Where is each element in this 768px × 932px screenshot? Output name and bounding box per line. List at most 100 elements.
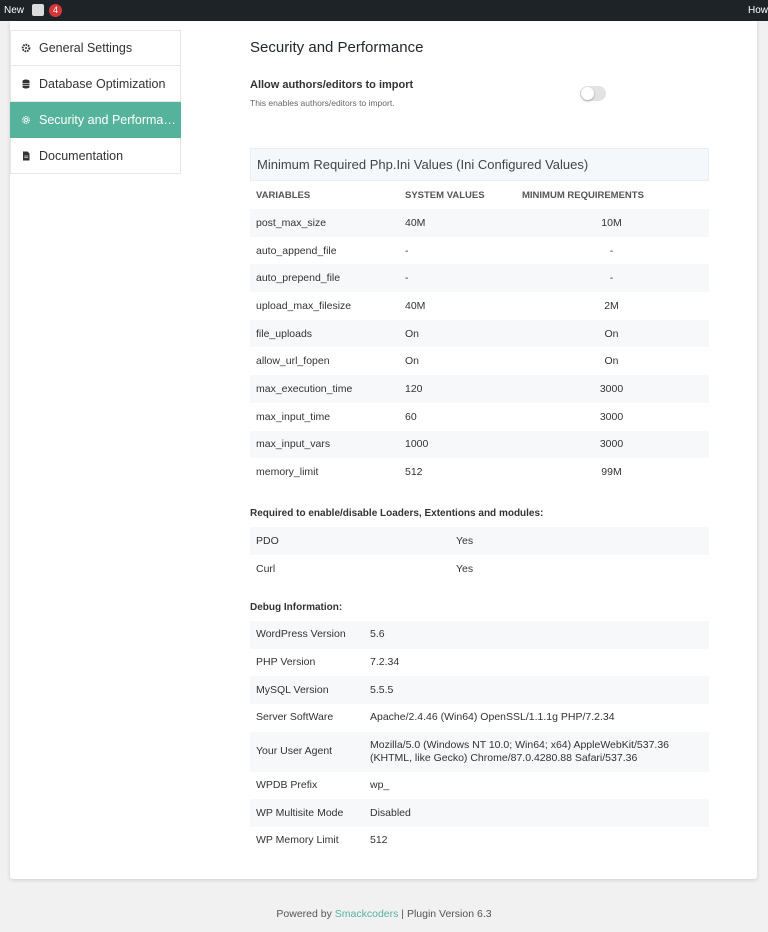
table-cell: 5.6 (364, 621, 709, 649)
table-cell: On (514, 319, 709, 348)
table-row: MySQL Version 5.5.5 (250, 676, 709, 705)
smackcoders-link[interactable]: Smackcoders (335, 908, 399, 920)
howdy-menu[interactable]: How (748, 5, 768, 16)
table-row: Your User Agent Mozilla/5.0 (Windows NT 1… (250, 731, 709, 772)
debug-table: WordPress Version 5.6 PHP Version 7.2.34 MyS… (250, 621, 709, 855)
table-cell: wp_ (370, 779, 390, 792)
table-cell: MySQL Version (250, 676, 364, 705)
sidebar-item-security-performance[interactable]: Security and Performance (10, 102, 181, 138)
table-cell: WP Memory Limit (256, 834, 339, 847)
ini-values-heading: Minimum Required Php.Ini Values (Ini Con… (250, 148, 709, 181)
sidebar: General Settings Database Optimization S… (10, 30, 181, 174)
table-row: PHP Version 7.2.34 (250, 649, 709, 677)
table-cell: PDO (250, 527, 450, 555)
table-cell: 7.2.34 (370, 656, 400, 669)
table-row: max_input_vars 1000 3000 (250, 430, 709, 459)
table-cell: 512 (370, 834, 388, 847)
table-cell: Server SoftWare (256, 711, 334, 724)
gear-icon (21, 43, 31, 53)
modules-table: PDO Yes Curl Yes (250, 527, 709, 582)
table-cell: On (604, 355, 619, 368)
sidebar-item-documentation[interactable]: Documentation (10, 138, 181, 174)
table-row: post_max_size 40M 10M (250, 209, 709, 237)
settings-card: General Settings Database Optimization S… (10, 21, 757, 879)
toggle-knob (581, 87, 594, 100)
footer-suffix: | Plugin Version 6.3 (401, 908, 492, 920)
table-cell: On (399, 319, 514, 348)
document-icon (23, 151, 30, 160)
gear-icon (22, 115, 30, 124)
table-cell: Your User Agent (250, 731, 364, 772)
allow-import-toggle[interactable] (580, 86, 606, 101)
table-cell: - (405, 244, 409, 257)
table-cell: 10M (514, 209, 709, 237)
column-header: SYSTEM VALUES (405, 189, 485, 201)
table-cell: 40M (399, 209, 514, 237)
sidebar-item-label: Documentation (39, 148, 124, 163)
footer: Powered by Smackcoders | Plugin Version … (0, 908, 768, 920)
footer-prefix: Powered by (276, 908, 332, 920)
database-icon (22, 79, 30, 88)
table-cell: Disabled (364, 799, 709, 828)
table-cell: Mozilla/5.0 (Windows NT 10.0; Win64; x64… (364, 731, 709, 772)
table-cell: On (405, 355, 420, 368)
table-cell: - (609, 244, 614, 257)
sidebar-item-label: Security and Performance (39, 112, 180, 127)
allow-import-description: This enables authors/editors to import. (250, 98, 395, 108)
new-menu[interactable]: New (4, 5, 24, 16)
table-cell: WordPress Version (250, 621, 364, 649)
table-cell: 99M (601, 466, 622, 479)
notification-badge[interactable]: 4 (49, 4, 62, 17)
table-row: WordPress Version 5.6 (250, 621, 709, 649)
sidebar-item-general-settings[interactable]: General Settings (10, 30, 181, 66)
table-cell: max_input_time (256, 410, 331, 423)
table-cell: max_execution_time (250, 375, 399, 403)
column-header: MINIMUM REQUIREMENTS (522, 189, 644, 201)
table-cell: memory_limit (256, 466, 319, 479)
table-row: PDO Yes (250, 527, 709, 555)
table-row: auto_append_file - - (250, 237, 709, 265)
table-cell: upload_max_filesize (256, 299, 352, 312)
allow-import-label: Allow authors/editors to import (250, 79, 414, 91)
table-cell: allow_url_fopen (256, 355, 330, 368)
table-cell: - (514, 264, 709, 293)
table-cell: 512 (405, 466, 423, 479)
modules-heading: Required to enable/disable Loaders, Exte… (250, 508, 544, 519)
table-row: Curl Yes (250, 555, 709, 583)
table-row: WP Multisite Mode Disabled (250, 799, 709, 828)
table-cell: WPDB Prefix (256, 779, 318, 792)
table-row: allow_url_fopen On On (250, 347, 709, 375)
table-cell: Yes (456, 562, 474, 575)
column-header: VARIABLES (256, 189, 311, 201)
table-row: memory_limit 512 99M (250, 458, 709, 486)
table-row: max_execution_time 120 3000 (250, 375, 709, 403)
sidebar-item-database-optimization[interactable]: Database Optimization (10, 66, 181, 102)
table-cell: 3000 (599, 410, 624, 423)
table-cell: auto_prepend_file (250, 264, 399, 293)
table-cell: auto_append_file (256, 244, 337, 257)
sidebar-item-label: Database Optimization (39, 76, 166, 91)
table-row: max_input_time 60 3000 (250, 403, 709, 431)
table-cell: Curl (256, 562, 276, 575)
table-cell: file_uploads (250, 319, 399, 348)
table-row: upload_max_filesize 40M 2M (250, 292, 709, 320)
table-cell: post_max_size (250, 209, 399, 237)
table-cell: 3000 (514, 375, 709, 403)
table-cell: Yes (450, 527, 709, 555)
table-cell: Apache/2.4.46 (Win64) OpenSSL/1.1.1g PHP… (370, 711, 615, 724)
table-cell: 1000 (399, 430, 514, 459)
table-cell: WP Multisite Mode (250, 799, 364, 828)
sidebar-item-label: General Settings (39, 41, 133, 55)
table-cell: - (399, 264, 514, 293)
table-cell: 3000 (514, 430, 709, 459)
table-cell: 2M (604, 299, 619, 312)
table-cell: 5.5.5 (364, 676, 709, 705)
table-cell: PHP Version (256, 656, 316, 669)
yoast-icon[interactable] (32, 4, 44, 16)
table-cell: 120 (399, 375, 514, 403)
table-row: WP Memory Limit 512 (250, 827, 709, 855)
table-cell: 40M (405, 299, 426, 312)
debug-heading: Debug Information: (250, 602, 343, 613)
table-row: file_uploads On On (250, 319, 709, 348)
table-cell: max_input_vars (250, 430, 399, 459)
